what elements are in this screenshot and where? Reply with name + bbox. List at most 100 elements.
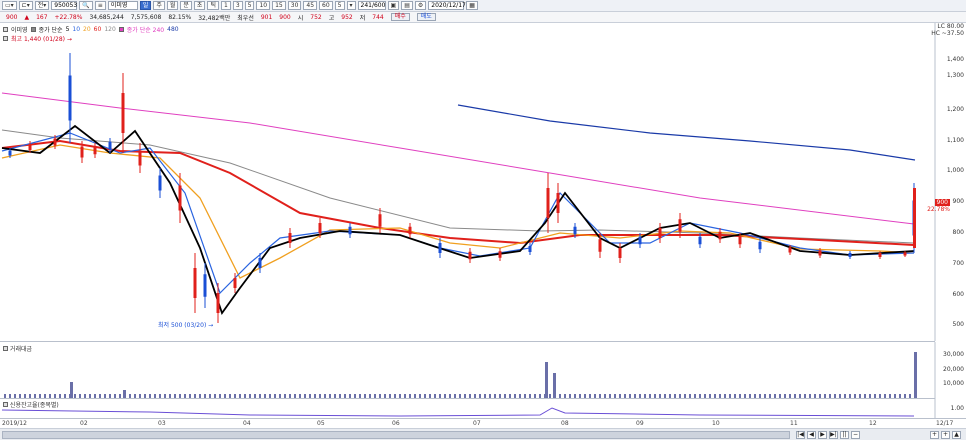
- candle-body: [233, 278, 237, 288]
- ma480-line: [457, 104, 916, 161]
- interval-3[interactable]: 3: [232, 1, 243, 10]
- calendar-icon[interactable]: ▦: [466, 1, 478, 10]
- candle-body: [68, 75, 72, 121]
- list-icon[interactable]: ≡: [94, 1, 106, 10]
- low-note: 최저 500 (03/20) →: [158, 322, 214, 329]
- candle-body: [468, 251, 472, 260]
- ytick-900: 900: [952, 198, 964, 205]
- period-month-button[interactable]: 월: [166, 1, 179, 10]
- candle-body: [848, 253, 852, 257]
- period-week-button[interactable]: 주: [153, 1, 165, 10]
- low-label: 저: [359, 14, 366, 22]
- period-day-button[interactable]: 일: [139, 1, 152, 10]
- symbol-name-field[interactable]: 이미영: [107, 1, 138, 10]
- candle-body: [758, 241, 762, 250]
- candle-body: [8, 150, 12, 156]
- right-top-2: HC ~37.50: [931, 30, 964, 37]
- ytick-1000: 1,000: [946, 167, 964, 174]
- candle-body: [528, 246, 532, 252]
- symbol-code-input[interactable]: 950053: [51, 1, 78, 10]
- buy-button[interactable]: 매수: [390, 13, 410, 21]
- interval-1[interactable]: 1: [220, 1, 231, 10]
- candle-body: [378, 214, 382, 227]
- sell-button[interactable]: 매도: [416, 13, 436, 21]
- candle-body: [556, 193, 560, 213]
- candle-body: [28, 144, 32, 150]
- ma120-line: [1, 129, 915, 244]
- xtick-5: 06: [392, 420, 400, 427]
- zoom-fit-icon[interactable]: ▲: [952, 431, 961, 439]
- period-sec-button[interactable]: 초: [193, 1, 206, 10]
- interval-5[interactable]: 5: [244, 1, 255, 10]
- candle-body: [698, 236, 702, 245]
- ytick-800: 800: [952, 229, 964, 236]
- candle-body: [658, 228, 662, 238]
- chart-scrollbar[interactable]: |◀ ◀ ▶ ▶| || − + + ▲: [0, 428, 966, 440]
- credit-line: [1, 407, 915, 417]
- lock-icon[interactable]: ▣: [387, 1, 400, 10]
- candle-body: [121, 93, 125, 133]
- right-top-1: LC 80.00: [937, 23, 964, 30]
- vol-tick-10000: 10,000: [943, 380, 964, 387]
- ytick-500: 500: [952, 321, 964, 328]
- volume-bar-peak: [123, 390, 126, 398]
- xtick-0: 2019/12: [2, 420, 27, 427]
- candle-body: [638, 236, 642, 245]
- zoom-out-icon[interactable]: −: [851, 431, 860, 439]
- first-icon[interactable]: |◀: [796, 431, 805, 439]
- candle-body: [408, 226, 412, 235]
- prev-icon[interactable]: ◀: [807, 431, 816, 439]
- interval-dropdown-icon[interactable]: ▾: [346, 1, 356, 10]
- candle-body: [348, 226, 352, 235]
- price-panel[interactable]: 이미영 종가 단순 5 10 20 60 120 종가 단순 240 480 최…: [0, 23, 966, 341]
- interval-30[interactable]: 30: [287, 1, 302, 10]
- chart-type-dropdown[interactable]: ▭▾: [2, 1, 17, 10]
- candle-body: [288, 233, 292, 243]
- current-price: 900: [6, 13, 18, 21]
- vol-tick-20000: 20,000: [943, 366, 964, 373]
- candle-body: [216, 293, 220, 313]
- scroll-thumb[interactable]: [2, 431, 790, 439]
- interval-60[interactable]: 60: [319, 1, 333, 10]
- zoom-plus-icon[interactable]: +: [941, 431, 950, 439]
- vol-tick-30000: 30,000: [943, 351, 964, 358]
- candle-body: [193, 268, 197, 298]
- interval-10[interactable]: 10: [256, 1, 271, 10]
- options-dropdown[interactable]: ⊏▾: [18, 1, 33, 10]
- candle-body: [93, 146, 97, 155]
- volume-bar-peak: [70, 382, 73, 398]
- candle-body: [738, 236, 742, 245]
- pause-icon[interactable]: ||: [840, 431, 849, 439]
- volume-chart-svg: [4, 342, 936, 398]
- table-icon[interactable]: ▤: [401, 1, 413, 10]
- volume-bar-peak: [914, 352, 917, 398]
- xtick-6: 07: [473, 420, 481, 427]
- up-arrow-icon: ▲: [24, 13, 30, 21]
- next-icon[interactable]: ▶: [818, 431, 827, 439]
- last-icon[interactable]: ▶|: [829, 431, 838, 439]
- xtick-11: 12: [869, 420, 877, 427]
- period-tick-button[interactable]: 틱: [207, 1, 219, 10]
- candle-body: [318, 223, 322, 233]
- search-icon[interactable]: 🔍: [79, 1, 93, 10]
- interval-45[interactable]: 45: [303, 1, 318, 10]
- market-dropdown[interactable]: 전▾: [34, 1, 50, 10]
- zoom-in-icon[interactable]: +: [930, 431, 939, 439]
- credit-chart-svg: [1, 398, 936, 418]
- best-bid-label: 최우선: [237, 14, 254, 22]
- xtick-9: 10: [712, 420, 720, 427]
- best-ask: 900: [279, 13, 291, 21]
- date-input[interactable]: 2020/12/17: [428, 1, 466, 10]
- low-price: 744: [372, 13, 384, 21]
- settings-icon[interactable]: ⚙: [414, 1, 427, 10]
- price-chart-svg: [1, 23, 936, 341]
- interval-custom[interactable]: 5: [334, 1, 345, 10]
- period-min-button[interactable]: 분: [180, 1, 192, 10]
- open-price: 752: [310, 13, 322, 21]
- interval-15[interactable]: 15: [272, 1, 286, 10]
- ytick-600: 600: [952, 291, 964, 298]
- bar-count-input[interactable]: 241/600: [357, 1, 386, 10]
- quote-bar: 900 ▲ 167 +22.78% 34,685,244 7,575,608 8…: [0, 12, 966, 23]
- xtick-7: 08: [561, 420, 569, 427]
- chart-toolbar: ▭▾ ⊏▾ 전▾ 950053 🔍 ≡ 이미영 일 주 월 분 초 틱 1 3 …: [0, 0, 966, 12]
